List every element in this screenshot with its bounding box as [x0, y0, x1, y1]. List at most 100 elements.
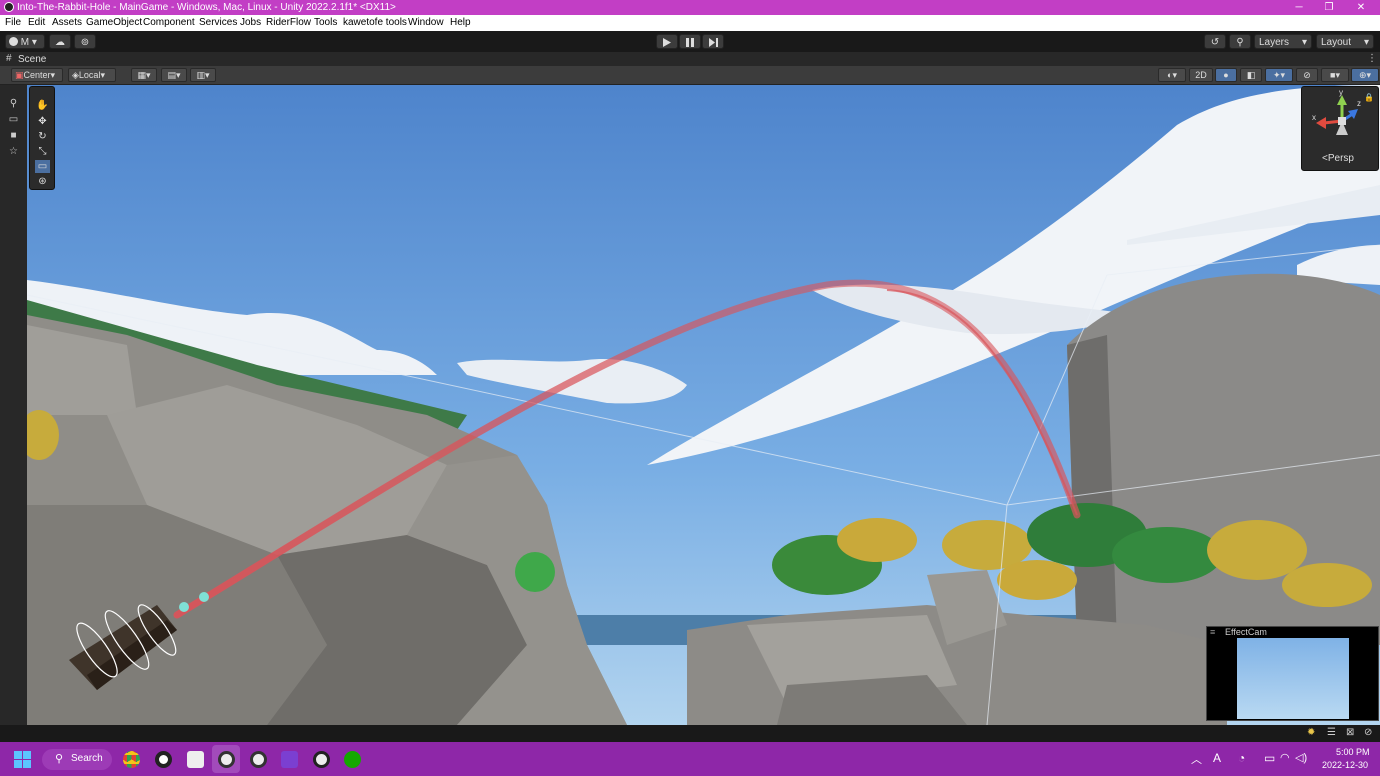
unity-editor-icon[interactable] [218, 751, 235, 768]
cloud-button[interactable]: ☁ [49, 34, 71, 49]
unity-editor-2-icon[interactable] [250, 751, 267, 768]
scene-toolbar: ▣Center▾ ◈Local▾ ▦▾ ▤▾ ▥▾ ◐▾ 2D ● ◧ ✦▾ ⊘… [0, 66, 1380, 85]
effects-icon: ✦▾ [1272, 70, 1286, 80]
axis-y-label: y [1339, 88, 1343, 97]
collab-icon: ⊚ [80, 37, 90, 48]
menu-help[interactable]: Help [450, 17, 471, 28]
taskbar-search-label: Search [71, 753, 103, 764]
github-icon[interactable] [155, 751, 172, 768]
more-options-icon[interactable]: ⋮ [1367, 53, 1377, 64]
increment-snap-dropdown[interactable]: ▤▾ [161, 68, 187, 82]
menu-jobs[interactable]: Jobs [240, 17, 261, 28]
chevron-down-icon: ▾ [1363, 37, 1369, 48]
orientation-gizmo[interactable]: x y z 🔒 <Persp [1301, 86, 1379, 171]
mode-2d-label: 2D [1195, 70, 1207, 80]
search-icon: ⚲ [55, 753, 64, 765]
volume-icon[interactable]: ◁) [1295, 751, 1307, 764]
windows-start-icon[interactable] [14, 751, 31, 768]
vertex-snap-dropdown[interactable]: ▥▾ [190, 68, 216, 82]
layers-status-icon[interactable]: ☰ [1327, 727, 1336, 738]
cloud-icon: ☁ [55, 37, 65, 48]
lock-icon[interactable]: 🔒 [1364, 93, 1374, 102]
search-icon[interactable]: ⚲ [6, 97, 21, 110]
layers-label: Layers [1259, 37, 1290, 48]
mode-2d-toggle[interactable]: 2D [1189, 68, 1213, 82]
transform-tool-icon[interactable]: ⊛ [35, 175, 50, 188]
minimize-button[interactable]: ─ [1284, 0, 1314, 15]
star-icon[interactable]: ☆ [6, 145, 21, 158]
menu-file[interactable]: File [5, 17, 21, 28]
maximize-button[interactable]: ❐ [1314, 0, 1344, 15]
menu-window[interactable]: Window [408, 17, 444, 28]
play-button[interactable] [656, 34, 678, 49]
unity-hub-icon[interactable] [187, 751, 204, 768]
menu-riderflow[interactable]: RiderFlow [266, 17, 311, 28]
rect-tool-icon[interactable]: ▭ [35, 160, 50, 173]
menu-assets[interactable]: Assets [52, 17, 82, 28]
drag-handle-icon[interactable]: ≡ [1210, 627, 1215, 637]
search-button[interactable]: ⚲ [1229, 34, 1251, 49]
effect-cam-preview[interactable]: EffectCam ≡ [1206, 626, 1379, 721]
history-button[interactable]: ↺ [1204, 34, 1226, 49]
menu-kawetofe-tools[interactable]: kawetofe tools [343, 17, 407, 28]
move-tool-icon[interactable]: ✥ [35, 115, 50, 128]
space-dropdown[interactable]: ◈Local▾ [68, 68, 116, 82]
rotate-tool-icon[interactable]: ↻ [35, 130, 50, 143]
wifi-icon[interactable]: ◠ [1280, 751, 1290, 764]
projection-label: Persp [1327, 153, 1354, 164]
clock-date[interactable]: 2022-12-30 [1322, 760, 1368, 770]
audio-icon: ◧ [1246, 70, 1256, 80]
audio-toggle[interactable]: ◧ [1240, 68, 1262, 82]
check-status-icon[interactable]: ⊘ [1364, 727, 1372, 738]
status-bar: ✹ ☰ ⊠ ⊘ [0, 725, 1380, 742]
axis-x-label: x [1312, 113, 1316, 122]
tray-display-icon[interactable]: ▭ [1264, 751, 1275, 765]
taskbar-search-box[interactable]: ⚲ Search [42, 749, 112, 770]
tray-expand-icon[interactable]: ︿ [1191, 751, 1202, 767]
clock-time[interactable]: 5:00 PM [1336, 747, 1370, 757]
collab-button[interactable]: ⊚ [74, 34, 96, 49]
play-icon [663, 38, 671, 47]
close-button[interactable]: ✕ [1346, 0, 1376, 15]
visibility-toggle[interactable]: ⊘ [1296, 68, 1318, 82]
pivot-dropdown[interactable]: ▣Center▾ [11, 68, 63, 82]
window-title: Into-The-Rabbit-Hole - MainGame - Window… [17, 2, 396, 13]
draw-mode-dropdown[interactable]: ◐▾ [1158, 68, 1186, 82]
lighting-toggle[interactable]: ● [1215, 68, 1237, 82]
menu-tools[interactable]: Tools [314, 17, 337, 28]
tray-language-label[interactable]: A [1213, 751, 1221, 765]
menu-edit[interactable]: Edit [28, 17, 45, 28]
visual-studio-icon[interactable] [281, 751, 298, 768]
projection-toggle[interactable]: <Persp [1322, 153, 1354, 164]
effects-dropdown[interactable]: ✦▾ [1265, 68, 1293, 82]
obs-icon[interactable] [313, 751, 330, 768]
account-label: M [20, 37, 30, 48]
paint-icon[interactable]: ▭ [6, 113, 21, 126]
tab-scene[interactable]: Scene [18, 54, 46, 65]
tray-app-icon[interactable]: ◔ [1238, 751, 1245, 765]
upwork-icon[interactable] [344, 751, 361, 768]
account-dropdown[interactable]: M ▾ [5, 34, 45, 49]
layout-label: Layout [1321, 37, 1352, 48]
layout-dropdown[interactable]: Layout ▾ [1316, 34, 1374, 49]
grid-snap-dropdown[interactable]: ▦▾ [131, 68, 157, 82]
camera-dropdown[interactable]: ■▾ [1321, 68, 1349, 82]
menu-component[interactable]: Component [143, 17, 195, 28]
scale-tool-icon[interactable]: ⤡ [35, 145, 50, 158]
scene-viewport[interactable] [27, 85, 1380, 725]
menu-gameobject[interactable]: GameObject [86, 17, 142, 28]
pause-button[interactable] [679, 34, 701, 49]
cache-status-icon[interactable]: ⊠ [1346, 727, 1354, 738]
lighting-status-icon[interactable]: ✹ [1307, 727, 1315, 738]
gizmos-icon: ⊕▾ [1358, 70, 1372, 80]
layers-dropdown[interactable]: Layers ▾ [1254, 34, 1312, 49]
chrome-icon[interactable] [123, 751, 140, 768]
effect-cam-title: EffectCam [1225, 627, 1267, 637]
gizmos-dropdown[interactable]: ⊕▾ [1351, 68, 1379, 82]
camera-icon: ■▾ [1330, 70, 1340, 80]
hand-tool-icon[interactable]: ✋ [35, 99, 50, 112]
step-button[interactable] [702, 34, 724, 49]
scene-grid-icon: # [6, 53, 12, 64]
menu-services[interactable]: Services [199, 17, 237, 28]
video-camera-icon[interactable]: ■ [6, 129, 21, 142]
